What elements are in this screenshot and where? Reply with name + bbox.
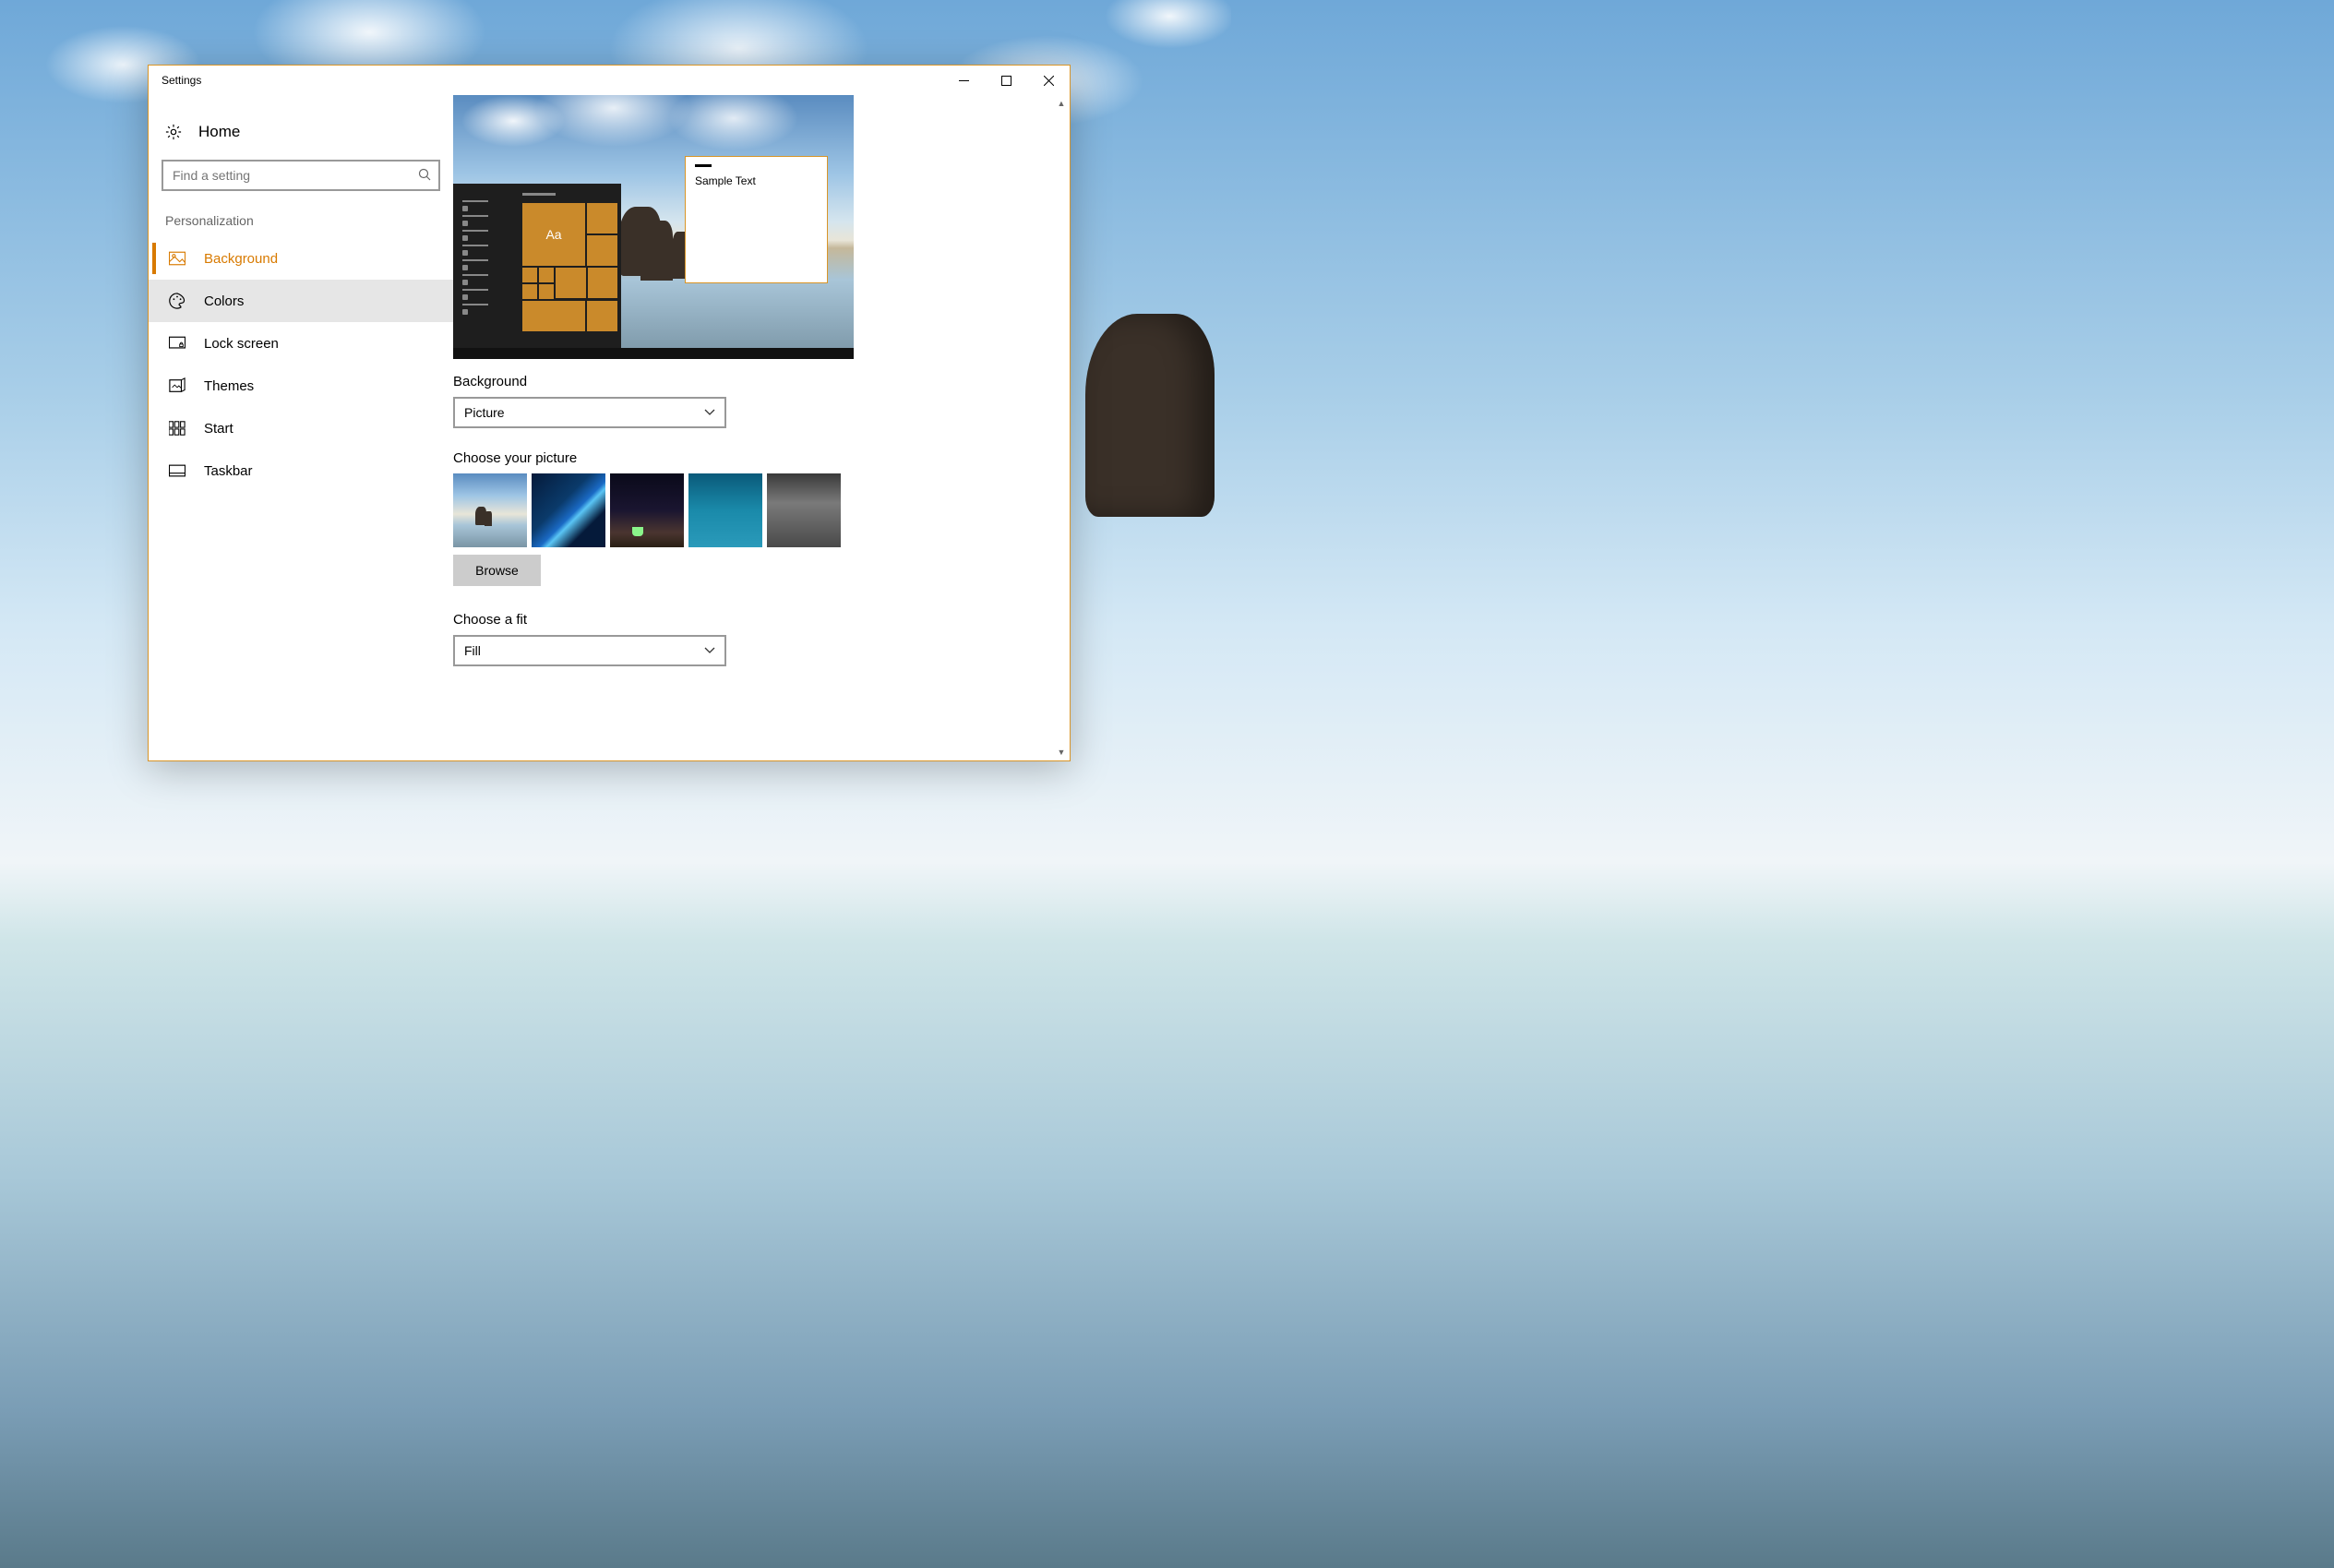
browse-button[interactable]: Browse bbox=[453, 555, 541, 586]
chevron-down-icon bbox=[704, 409, 715, 416]
sidebar-item-label: Background bbox=[204, 251, 278, 267]
sidebar-item-label: Themes bbox=[204, 378, 254, 394]
picture-option-3[interactable] bbox=[610, 473, 684, 547]
scroll-down-icon[interactable]: ▼ bbox=[1055, 746, 1068, 759]
titlebar: Settings bbox=[149, 66, 1070, 95]
lockscreen-icon bbox=[169, 335, 186, 352]
preview-sample-window: Sample Text bbox=[685, 156, 828, 283]
settings-window: Settings Home bbox=[148, 65, 1071, 761]
sidebar-category: Personalization bbox=[149, 213, 453, 237]
picture-option-2[interactable] bbox=[532, 473, 605, 547]
minimize-icon bbox=[959, 76, 969, 86]
preview-tile-aa: Aa bbox=[522, 203, 585, 266]
sidebar-item-colors[interactable]: Colors bbox=[149, 280, 453, 322]
desktop-preview: Aa bbox=[453, 95, 854, 359]
sidebar-item-label: Colors bbox=[204, 293, 244, 309]
choose-fit-label: Choose a fit bbox=[453, 612, 1033, 628]
sidebar-item-lockscreen[interactable]: Lock screen bbox=[149, 322, 453, 365]
close-icon bbox=[1044, 76, 1054, 86]
picture-icon bbox=[169, 250, 186, 267]
background-dropdown[interactable]: Picture bbox=[453, 397, 726, 428]
sidebar-item-start[interactable]: Start bbox=[149, 407, 453, 449]
preview-start-menu: Aa bbox=[453, 184, 621, 348]
fit-dropdown[interactable]: Fill bbox=[453, 635, 726, 666]
sidebar-item-background[interactable]: Background bbox=[149, 237, 453, 280]
search-input[interactable] bbox=[162, 160, 440, 191]
background-label: Background bbox=[453, 374, 1033, 389]
scrollbar[interactable]: ▲ ▼ bbox=[1055, 97, 1068, 759]
gear-icon bbox=[165, 124, 182, 140]
fit-dropdown-value: Fill bbox=[464, 643, 481, 658]
picture-option-5[interactable] bbox=[767, 473, 841, 547]
taskbar-icon bbox=[169, 462, 186, 479]
picture-option-1[interactable] bbox=[453, 473, 527, 547]
sidebar-item-label: Start bbox=[204, 421, 233, 437]
minimize-button[interactable] bbox=[942, 66, 985, 94]
home-label: Home bbox=[198, 123, 240, 141]
choose-picture-label: Choose your picture bbox=[453, 450, 1033, 466]
desktop-wallpaper-rock bbox=[1085, 314, 1215, 517]
palette-icon bbox=[169, 293, 186, 309]
window-controls bbox=[942, 66, 1070, 94]
start-icon bbox=[169, 420, 186, 437]
maximize-button[interactable] bbox=[985, 66, 1027, 94]
close-button[interactable] bbox=[1027, 66, 1070, 94]
chevron-down-icon bbox=[704, 647, 715, 654]
background-dropdown-value: Picture bbox=[464, 405, 505, 420]
picture-thumbnails bbox=[453, 473, 1033, 547]
sidebar-item-label: Taskbar bbox=[204, 463, 253, 479]
sidebar-item-themes[interactable]: Themes bbox=[149, 365, 453, 407]
themes-icon bbox=[169, 377, 186, 394]
sidebar-item-label: Lock screen bbox=[204, 336, 279, 352]
sidebar-item-taskbar[interactable]: Taskbar bbox=[149, 449, 453, 492]
content-area: Aa bbox=[453, 95, 1070, 760]
preview-sample-text: Sample Text bbox=[695, 174, 818, 187]
window-body: Home Personalization Background Colors bbox=[149, 95, 1070, 760]
maximize-icon bbox=[1001, 76, 1011, 86]
home-button[interactable]: Home bbox=[149, 123, 453, 160]
picture-option-4[interactable] bbox=[688, 473, 762, 547]
window-title: Settings bbox=[149, 74, 942, 87]
sidebar: Home Personalization Background Colors bbox=[149, 95, 453, 760]
scroll-up-icon[interactable]: ▲ bbox=[1055, 97, 1068, 110]
